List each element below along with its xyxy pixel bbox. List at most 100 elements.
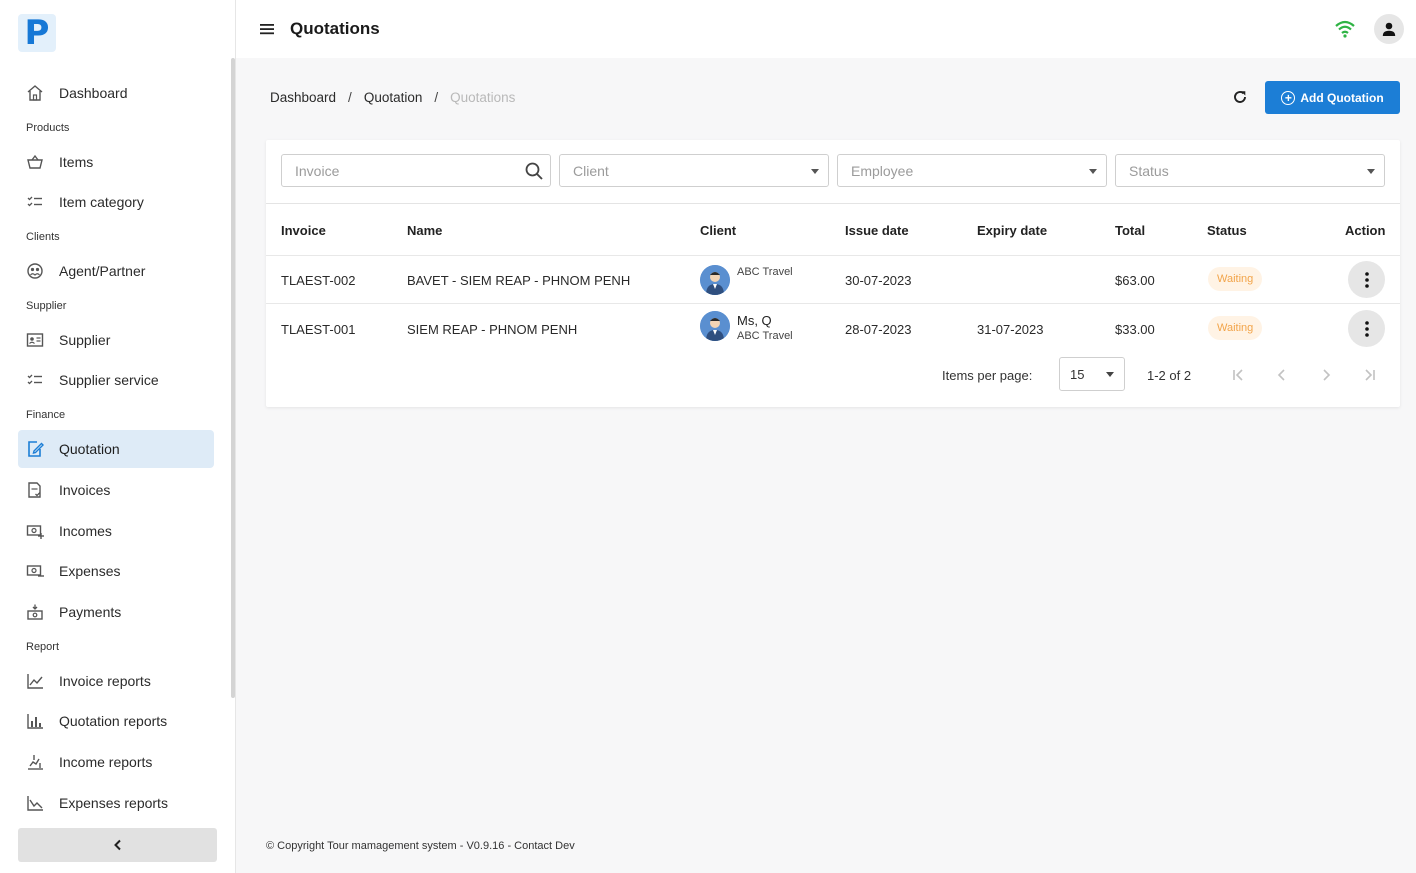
- search-icon[interactable]: [524, 161, 544, 181]
- sidebar-section-clients: Clients: [26, 231, 60, 244]
- invoice-icon: [26, 481, 44, 499]
- sidebar-section-finance: Finance: [26, 409, 66, 422]
- cell-total: $63.00: [1115, 273, 1155, 288]
- pagination-range: 1-2 of 2: [1147, 368, 1192, 383]
- status-select[interactable]: Status: [1115, 154, 1385, 187]
- sidebar-scrollbar[interactable]: [231, 58, 235, 698]
- more-vert-icon: [1364, 320, 1369, 337]
- breadcrumb-separator: /: [434, 90, 439, 105]
- collapse-sidebar-button[interactable]: [18, 828, 217, 862]
- app-logo[interactable]: P: [18, 14, 56, 52]
- sidebar-item-label: Items: [59, 153, 94, 170]
- breadcrumb-dashboard[interactable]: Dashboard: [270, 90, 336, 105]
- more-vert-icon: [1364, 271, 1369, 288]
- status-badge: Waiting: [1208, 267, 1263, 291]
- sidebar-item-quotation[interactable]: Quotation: [18, 430, 214, 469]
- cell-name: SIEM REAP - PHNOM PENH: [407, 322, 578, 337]
- sidebar-item-payments[interactable]: Payments: [18, 593, 214, 631]
- sidebar-item-label: Income reports: [59, 753, 153, 770]
- sidebar-item-label: Item category: [59, 194, 144, 211]
- sidebar-item-income-reports[interactable]: Income reports: [18, 743, 214, 781]
- sidebar-item-supplier[interactable]: Supplier: [18, 321, 214, 359]
- first-page-button[interactable]: [1227, 365, 1249, 385]
- client-name: Ms, Q: [737, 313, 772, 328]
- add-circle-icon: +: [1281, 90, 1296, 105]
- cell-issue-date: 28-07-2023: [845, 322, 912, 337]
- topbar: Quotations: [236, 0, 1416, 58]
- sidebar-section-supplier: Supplier: [26, 299, 67, 312]
- sidebar-item-expenses[interactable]: Expenses: [18, 552, 214, 590]
- next-page-button[interactable]: [1315, 365, 1337, 385]
- sidebar-item-agent-partner[interactable]: Agent/Partner: [18, 252, 214, 290]
- sidebar-item-supplier-service[interactable]: Supplier service: [18, 361, 214, 399]
- cell-issue-date: 30-07-2023: [845, 273, 912, 288]
- dropdown-arrow-icon: [1089, 169, 1097, 174]
- user-account-button[interactable]: [1374, 14, 1404, 44]
- edit-document-icon: [26, 440, 44, 458]
- breadcrumb-current: Quotations: [450, 90, 516, 105]
- sidebar-item-invoice-reports[interactable]: Invoice reports: [18, 662, 214, 700]
- expense-icon: [26, 562, 44, 580]
- page-size-select[interactable]: 15: [1059, 357, 1125, 391]
- menu-icon[interactable]: [258, 20, 276, 38]
- sidebar-item-label: Expenses: [59, 563, 121, 580]
- sidebar-item-items[interactable]: Items: [18, 143, 214, 181]
- last-page-button[interactable]: [1359, 365, 1381, 385]
- client-company: ABC Travel: [737, 330, 793, 342]
- person-icon: [1382, 22, 1396, 36]
- invoice-search-placeholder: Invoice: [295, 162, 340, 179]
- sidebar-item-label: Agent/Partner: [59, 263, 146, 280]
- chevron-right-icon: [1323, 369, 1331, 381]
- sidebar: P Dashboard Products Items Item category Cli…: [0, 0, 236, 873]
- header-issue-date: Issue date: [845, 223, 909, 238]
- sidebar-item-expenses-reports[interactable]: Expenses reports: [18, 784, 214, 822]
- client-company: ABC Travel: [737, 266, 793, 278]
- sidebar-item-quotation-reports[interactable]: Quotation reports: [18, 702, 214, 740]
- sidebar-item-label: Supplier service: [59, 372, 159, 389]
- previous-page-button[interactable]: [1271, 365, 1293, 385]
- sidebar-item-label: Incomes: [59, 522, 112, 539]
- cell-invoice: TLAEST-002: [281, 273, 356, 288]
- payment-icon: [26, 603, 44, 621]
- basket-icon: [26, 153, 44, 171]
- add-quotation-button[interactable]: + Add Quotation: [1265, 81, 1400, 114]
- breadcrumb-separator: /: [348, 90, 352, 105]
- cell-expiry-date: 31-07-2023: [977, 322, 1044, 337]
- refresh-button[interactable]: [1229, 86, 1251, 108]
- breadcrumb-quotation[interactable]: Quotation: [364, 90, 423, 105]
- page-title: Quotations: [290, 19, 380, 38]
- sidebar-nav: Dashboard Products Items Item category Clien…: [18, 74, 214, 824]
- sidebar-item-item-category[interactable]: Item category: [18, 183, 214, 221]
- header-invoice: Invoice: [281, 223, 326, 238]
- header-total: Total: [1115, 223, 1146, 238]
- first-page-icon: [1233, 369, 1243, 381]
- logo-letter: P: [24, 13, 50, 53]
- client-select-placeholder: Client: [573, 162, 609, 179]
- cell-name: BAVET - SIEM REAP - PHNOM PENH: [407, 273, 631, 288]
- header-expiry-date: Expiry date: [977, 223, 1048, 238]
- cell-total: $33.00: [1115, 322, 1155, 337]
- sidebar-item-dashboard[interactable]: Dashboard: [18, 74, 214, 112]
- dropdown-arrow-icon: [1367, 169, 1375, 174]
- add-quotation-label: Add Quotation: [1300, 90, 1384, 105]
- sidebar-item-incomes[interactable]: Incomes: [18, 512, 214, 550]
- employee-select[interactable]: Employee: [837, 154, 1107, 187]
- sidebar-item-label: Quotation: [59, 441, 120, 458]
- page-size-value: 15: [1070, 366, 1085, 382]
- row-action-button[interactable]: [1348, 261, 1385, 298]
- client-select[interactable]: Client: [559, 154, 829, 187]
- expense-chart-icon: [26, 794, 44, 812]
- row-action-button[interactable]: [1348, 310, 1385, 347]
- row-divider: [266, 303, 1400, 304]
- invoice-search-input[interactable]: Invoice: [281, 154, 551, 187]
- income-icon: [26, 522, 44, 540]
- sidebar-item-label: Invoice reports: [59, 672, 151, 689]
- income-chart-icon: [26, 753, 44, 771]
- sidebar-item-invoices[interactable]: Invoices: [18, 471, 214, 509]
- sidebar-section-products: Products: [26, 121, 70, 134]
- sidebar-item-label: Dashboard: [59, 85, 128, 101]
- last-page-icon: [1365, 369, 1375, 381]
- sidebar-item-label: Expenses reports: [59, 794, 168, 811]
- sidebar-item-label: Supplier: [59, 331, 111, 348]
- checklist-icon: [26, 193, 44, 211]
